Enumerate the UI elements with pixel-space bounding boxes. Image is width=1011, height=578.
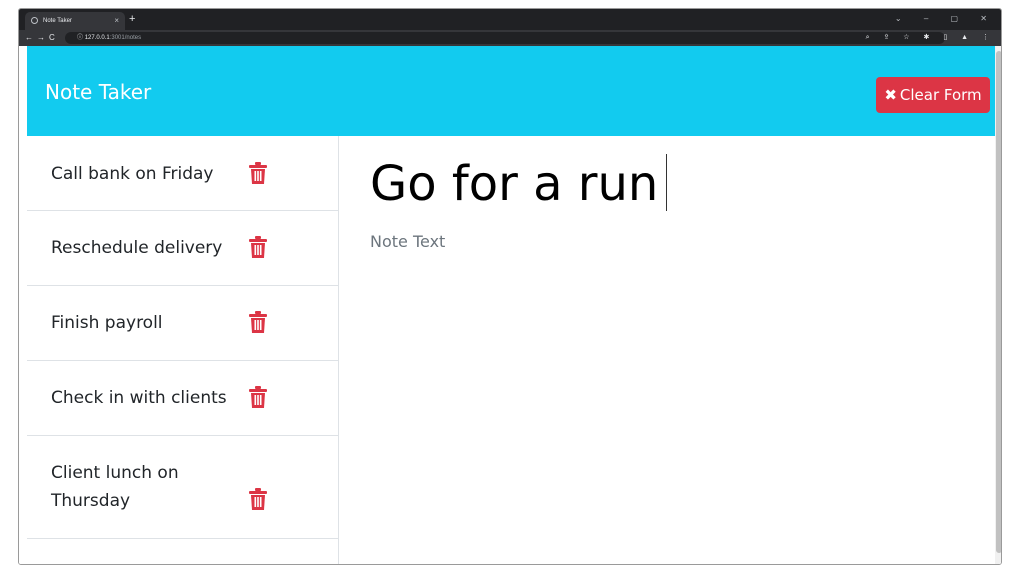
url-host: 127.0.0.1 bbox=[84, 35, 110, 41]
address-bar[interactable]: ⓘ 127.0.0.1:3001/notes bbox=[65, 32, 945, 44]
page-scrollbar[interactable] bbox=[995, 46, 1001, 564]
note-text-input[interactable] bbox=[370, 232, 970, 532]
site-info-icon[interactable]: ⓘ bbox=[77, 35, 83, 41]
new-tab-button[interactable]: + bbox=[129, 11, 135, 27]
clear-form-button[interactable]: ✖ Clear Form bbox=[876, 77, 990, 113]
window-controls[interactable]: ⌄ – ▢ ✕ bbox=[895, 11, 997, 27]
text-caret bbox=[666, 154, 667, 211]
forward-icon[interactable]: → bbox=[37, 32, 45, 44]
trash-icon[interactable] bbox=[249, 488, 267, 510]
tab-title: Note Taker bbox=[43, 18, 72, 24]
tab-close-icon[interactable]: × bbox=[114, 12, 119, 30]
browser-tab[interactable]: Note Taker × bbox=[25, 12, 125, 30]
browser-toolbar: ← → C ⓘ 127.0.0.1:3001/notes ⌕ ⇪ ☆ ✱ ▯ ▲… bbox=[19, 30, 1001, 46]
extension-icons[interactable]: ⌕ ⇪ ☆ ✱ ▯ ▲ ⋮ bbox=[866, 32, 995, 44]
note-title: Call bank on Friday bbox=[51, 164, 214, 184]
list-item[interactable]: Client lunch on Thursday bbox=[27, 435, 338, 539]
note-title: Reschedule delivery bbox=[51, 238, 223, 258]
app-navbar: Note Taker ✖ Clear Form bbox=[27, 46, 1001, 136]
note-taker-app: Note Taker ✖ Clear Form Call bank on Frid… bbox=[19, 46, 1001, 564]
trash-icon[interactable] bbox=[249, 236, 267, 258]
list-item[interactable]: Finish payroll bbox=[27, 285, 338, 361]
scrollbar-thumb[interactable] bbox=[996, 51, 1001, 553]
note-title: Client lunch on Thursday bbox=[51, 463, 179, 511]
app-brand[interactable]: Note Taker bbox=[45, 80, 151, 104]
reload-icon[interactable]: C bbox=[49, 32, 55, 44]
list-item[interactable]: Check in with clients bbox=[27, 360, 338, 436]
notes-list: Call bank on Friday Reschedule delivery … bbox=[27, 136, 339, 564]
favicon-icon bbox=[31, 17, 38, 24]
note-title: Finish payroll bbox=[51, 313, 163, 333]
back-icon[interactable]: ← bbox=[25, 32, 33, 44]
clear-form-label: Clear Form bbox=[899, 86, 982, 104]
url-path: :3001/notes bbox=[109, 35, 142, 41]
trash-icon[interactable] bbox=[249, 162, 267, 184]
trash-icon[interactable] bbox=[249, 386, 267, 408]
browser-tab-bar: Note Taker × + ⌄ – ▢ ✕ bbox=[19, 9, 1001, 30]
list-item[interactable]: Call bank on Friday bbox=[27, 136, 338, 211]
note-title: Check in with clients bbox=[51, 388, 227, 408]
list-item[interactable]: Reschedule delivery bbox=[27, 210, 338, 286]
browser-window: Note Taker × + ⌄ – ▢ ✕ ← → C ⓘ 127.0.0.1… bbox=[18, 8, 1002, 565]
trash-icon[interactable] bbox=[249, 311, 267, 333]
note-title-input[interactable] bbox=[370, 154, 970, 214]
note-editor bbox=[340, 136, 995, 564]
close-icon: ✖ bbox=[884, 86, 897, 104]
list-item[interactable] bbox=[27, 538, 338, 564]
